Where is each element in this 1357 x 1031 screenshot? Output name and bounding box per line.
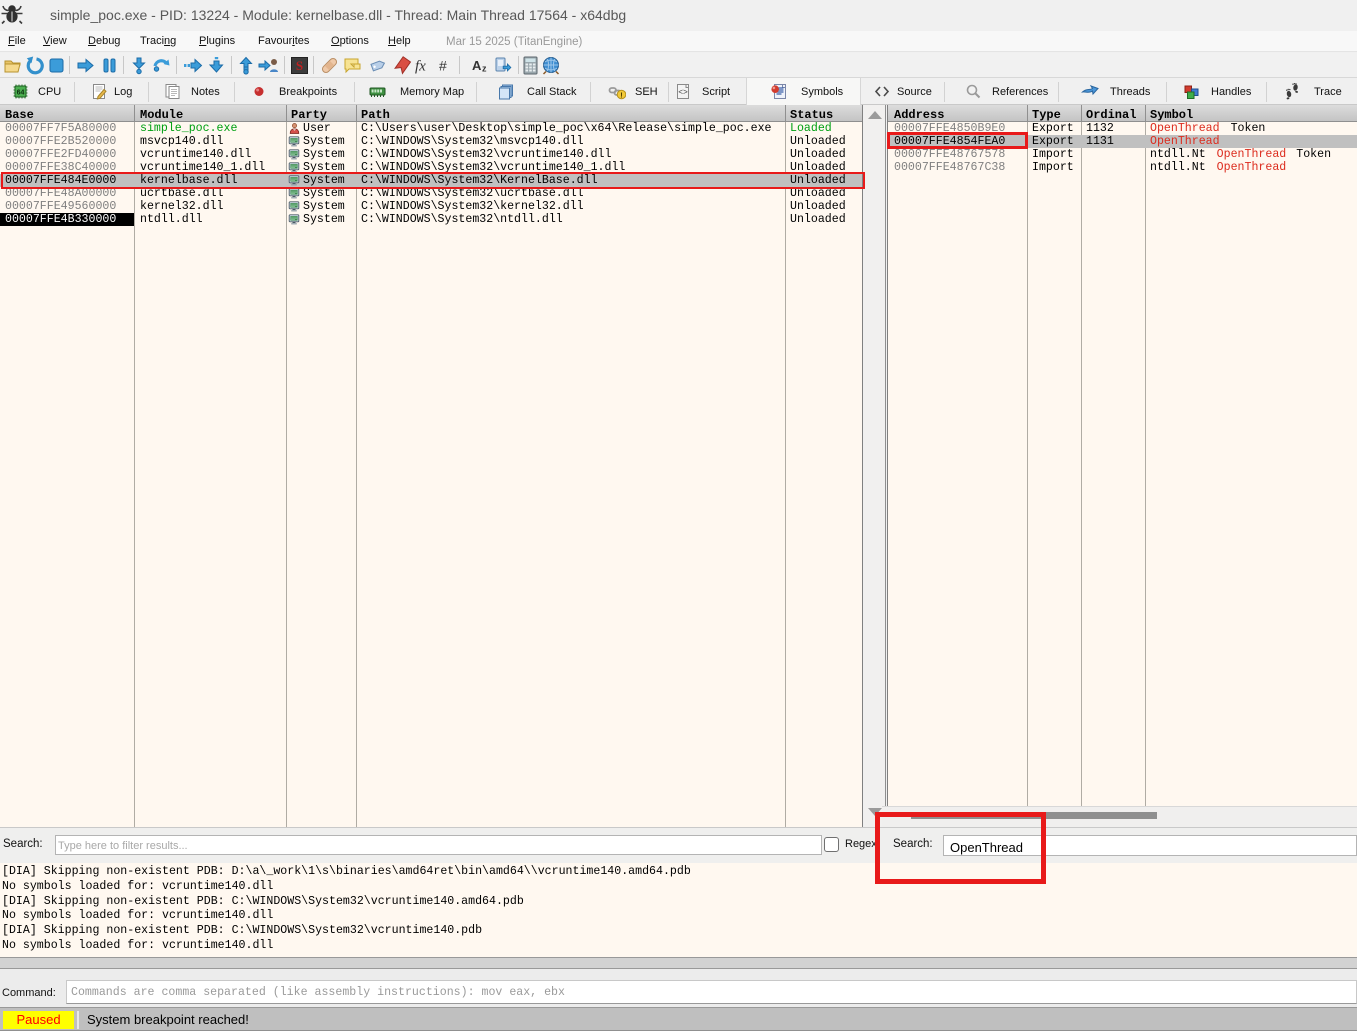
- svg-text:fx: fx: [415, 59, 426, 75]
- svg-text:64: 64: [17, 90, 25, 97]
- svg-text:#: #: [439, 58, 447, 74]
- svg-text:A: A: [472, 58, 482, 73]
- svg-text:z: z: [482, 64, 487, 74]
- svg-text:<>: <>: [678, 89, 688, 98]
- svg-text:!: !: [620, 91, 623, 100]
- svg-text:S: S: [296, 58, 303, 73]
